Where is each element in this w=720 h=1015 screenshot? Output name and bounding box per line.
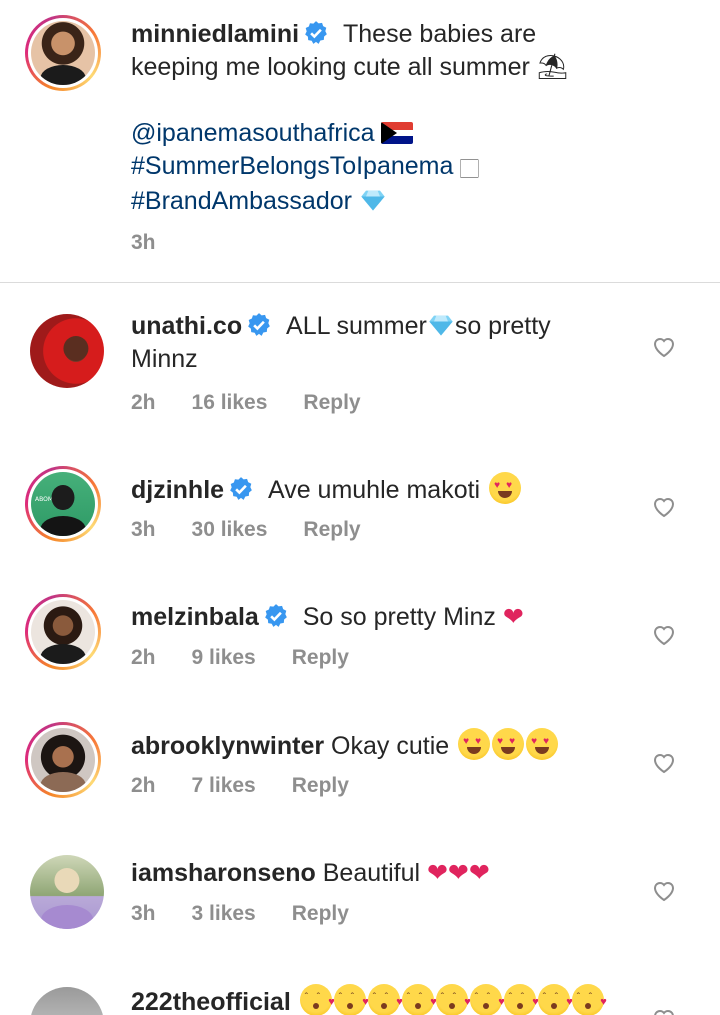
- verified-icon: [305, 21, 327, 44]
- reply-button[interactable]: Reply: [292, 902, 349, 925]
- skin-tone-glyph: 🏻: [460, 158, 479, 178]
- comment-text: abrooklynwinter Okay cutie ♥ ♥ ♥ ♥ ♥ ♥: [131, 728, 651, 763]
- reply-button[interactable]: Reply: [303, 391, 360, 414]
- comment-row: abrooklynwinter Okay cutie ♥ ♥ ♥ ♥ ♥ ♥ 2h 7 li…: [0, 689, 720, 817]
- hashtag-brand-link[interactable]: #BrandAmbassador: [131, 187, 352, 215]
- comment-row: 222theofficial ˆ ˆ ♥ ˆ ˆ ♥ ˆ ˆ ♥ ˆ ˆ ♥ ˆ ˆ ♥ ˆ ˆ ♥ ˆ ˆ ♥ ˆ ˆ ♥ ˆ…: [0, 945, 720, 1015]
- comment-likes[interactable]: 30 likes: [192, 518, 268, 541]
- like-heart-icon[interactable]: [652, 336, 676, 358]
- reply-button[interactable]: Reply: [292, 646, 349, 669]
- heart-eyes-emoji-icon: ♥ ♥: [458, 728, 491, 760]
- sparkling-heart-icon: ❤: [502, 602, 524, 631]
- kissing-face-emoji-icon: ˆ ˆ ♥: [469, 984, 505, 1015]
- comment-body: So so pretty Minz: [302, 603, 496, 631]
- caption-time: 3h: [131, 231, 156, 254]
- diamond-icon: [361, 190, 385, 211]
- comment-row: melzinbala So so pretty Minz ❤ 2h 9 likes…: [0, 561, 720, 689]
- kissing-face-emoji-icon: ˆ ˆ ♥: [299, 984, 335, 1015]
- comment-meta: 2h 7 likes Reply: [131, 774, 385, 798]
- comment-row: unathi.co ALL summer so pretty Minnz 2h 16…: [0, 283, 720, 433]
- comment-avatar[interactable]: ABOMSA: [25, 466, 101, 542]
- hashtag-summer-link[interactable]: #SummerBelongsToIpanema: [131, 152, 453, 180]
- heart-eyes-emoji-icon: ♥ ♥: [526, 728, 559, 760]
- post-caption: minniedlamini These babies are keeping m…: [0, 0, 720, 283]
- comment-time: 2h: [131, 646, 156, 669]
- comment-row: iamsharonseno Beautiful ❤❤❤ 3h 3 likes Rep…: [0, 817, 720, 945]
- caption-meta: 3h: [131, 231, 192, 255]
- heart-eyes-emoji-icon: ♥ ♥: [489, 472, 522, 504]
- comment-avatar[interactable]: [30, 855, 104, 929]
- kissing-face-emoji-icon: ˆ ˆ ♥: [401, 984, 437, 1015]
- comment-time: 2h: [131, 391, 156, 414]
- comment-likes[interactable]: 7 likes: [192, 774, 256, 797]
- kissing-face-emoji-icon: ˆ ˆ ♥: [435, 984, 471, 1015]
- verified-icon: [264, 604, 287, 627]
- caption-avatar[interactable]: [25, 15, 101, 91]
- reply-button[interactable]: Reply: [292, 774, 349, 797]
- comment-meta: 3h 3 likes Reply: [131, 902, 385, 926]
- kissing-face-emoji-icon: ˆ ˆ ♥: [537, 984, 573, 1015]
- comment-row: ABOMSA djzinhle Ave umuhle makoti ♥ ♥ 3h 3…: [0, 433, 720, 561]
- comment-username[interactable]: 222theofficial: [131, 988, 291, 1015]
- comment-avatar[interactable]: [25, 722, 101, 798]
- comment-avatar[interactable]: [25, 594, 101, 670]
- comment-time: 3h: [131, 518, 156, 541]
- caption-line2: keeping me looking cute all summer ⛱: [131, 53, 569, 81]
- verified-icon: [230, 477, 252, 500]
- comment-username[interactable]: abrooklynwinter: [131, 732, 324, 760]
- comment-text: 222theofficial ˆ ˆ ♥ ˆ ˆ ♥ ˆ ˆ ♥ ˆ ˆ ♥ ˆ ˆ ♥ ˆ ˆ ♥ ˆ ˆ ♥ ˆ ˆ ♥ ˆ…: [131, 984, 671, 1015]
- like-heart-icon[interactable]: [652, 1008, 676, 1015]
- caption-line1: These babies are: [343, 20, 537, 48]
- mention-link[interactable]: @ipanemasouthafrica: [131, 119, 375, 147]
- comment-body: Beautiful: [322, 859, 421, 887]
- comment-username[interactable]: unathi.co: [131, 312, 242, 340]
- comment-username[interactable]: melzinbala: [131, 603, 259, 631]
- comment-avatar[interactable]: [30, 987, 104, 1015]
- comment-likes[interactable]: 9 likes: [192, 646, 256, 669]
- comment-body-c: Minnz: [131, 345, 198, 373]
- comment-body-a: ALL summer: [286, 312, 427, 340]
- comment-username[interactable]: djzinhle: [131, 476, 224, 504]
- comment-likes[interactable]: 16 likes: [192, 391, 268, 414]
- kissing-face-emoji-icon: ˆ ˆ ♥: [571, 984, 607, 1015]
- caption-username[interactable]: minniedlamini: [131, 20, 299, 48]
- reply-button[interactable]: Reply: [303, 518, 360, 541]
- red-heart-icon: ❤❤❤: [426, 858, 490, 887]
- caption-text: minniedlamini These babies are keeping m…: [131, 18, 691, 218]
- comment-body-b: so pretty: [454, 312, 551, 340]
- like-heart-icon[interactable]: [652, 752, 676, 774]
- comment-meta: 2h 16 likes Reply: [131, 391, 397, 415]
- comment-body: Okay cutie: [331, 732, 450, 760]
- comment-time: 3h: [131, 902, 156, 925]
- comment-text: melzinbala So so pretty Minz ❤: [131, 600, 651, 634]
- diamond-icon: [429, 315, 453, 336]
- comment-likes[interactable]: 3 likes: [192, 902, 256, 925]
- south-africa-flag-icon: [380, 122, 413, 144]
- heart-eyes-emoji-icon: ♥ ♥: [492, 728, 525, 760]
- comment-meta: 3h 30 likes Reply: [131, 518, 397, 542]
- like-heart-icon[interactable]: [652, 496, 676, 518]
- comment-body: Ave umuhle makoti: [267, 476, 481, 504]
- like-heart-icon[interactable]: [652, 624, 676, 646]
- comment-text: iamsharonseno Beautiful ❤❤❤: [131, 856, 651, 890]
- like-heart-icon[interactable]: [652, 880, 676, 902]
- kissing-face-emoji-icon: ˆ ˆ ♥: [367, 984, 403, 1015]
- verified-icon: [248, 313, 270, 336]
- comment-text: djzinhle Ave umuhle makoti ♥ ♥: [131, 472, 651, 507]
- comment-avatar[interactable]: [30, 314, 104, 388]
- comment-meta: 2h 9 likes Reply: [131, 646, 385, 670]
- comment-text: unathi.co ALL summer so pretty Minnz: [131, 310, 651, 376]
- comment-time: 2h: [131, 774, 156, 797]
- kissing-face-emoji-icon: ˆ ˆ ♥: [503, 984, 539, 1015]
- comment-username[interactable]: iamsharonseno: [131, 859, 316, 887]
- kissing-face-emoji-icon: ˆ ˆ ♥: [333, 984, 369, 1015]
